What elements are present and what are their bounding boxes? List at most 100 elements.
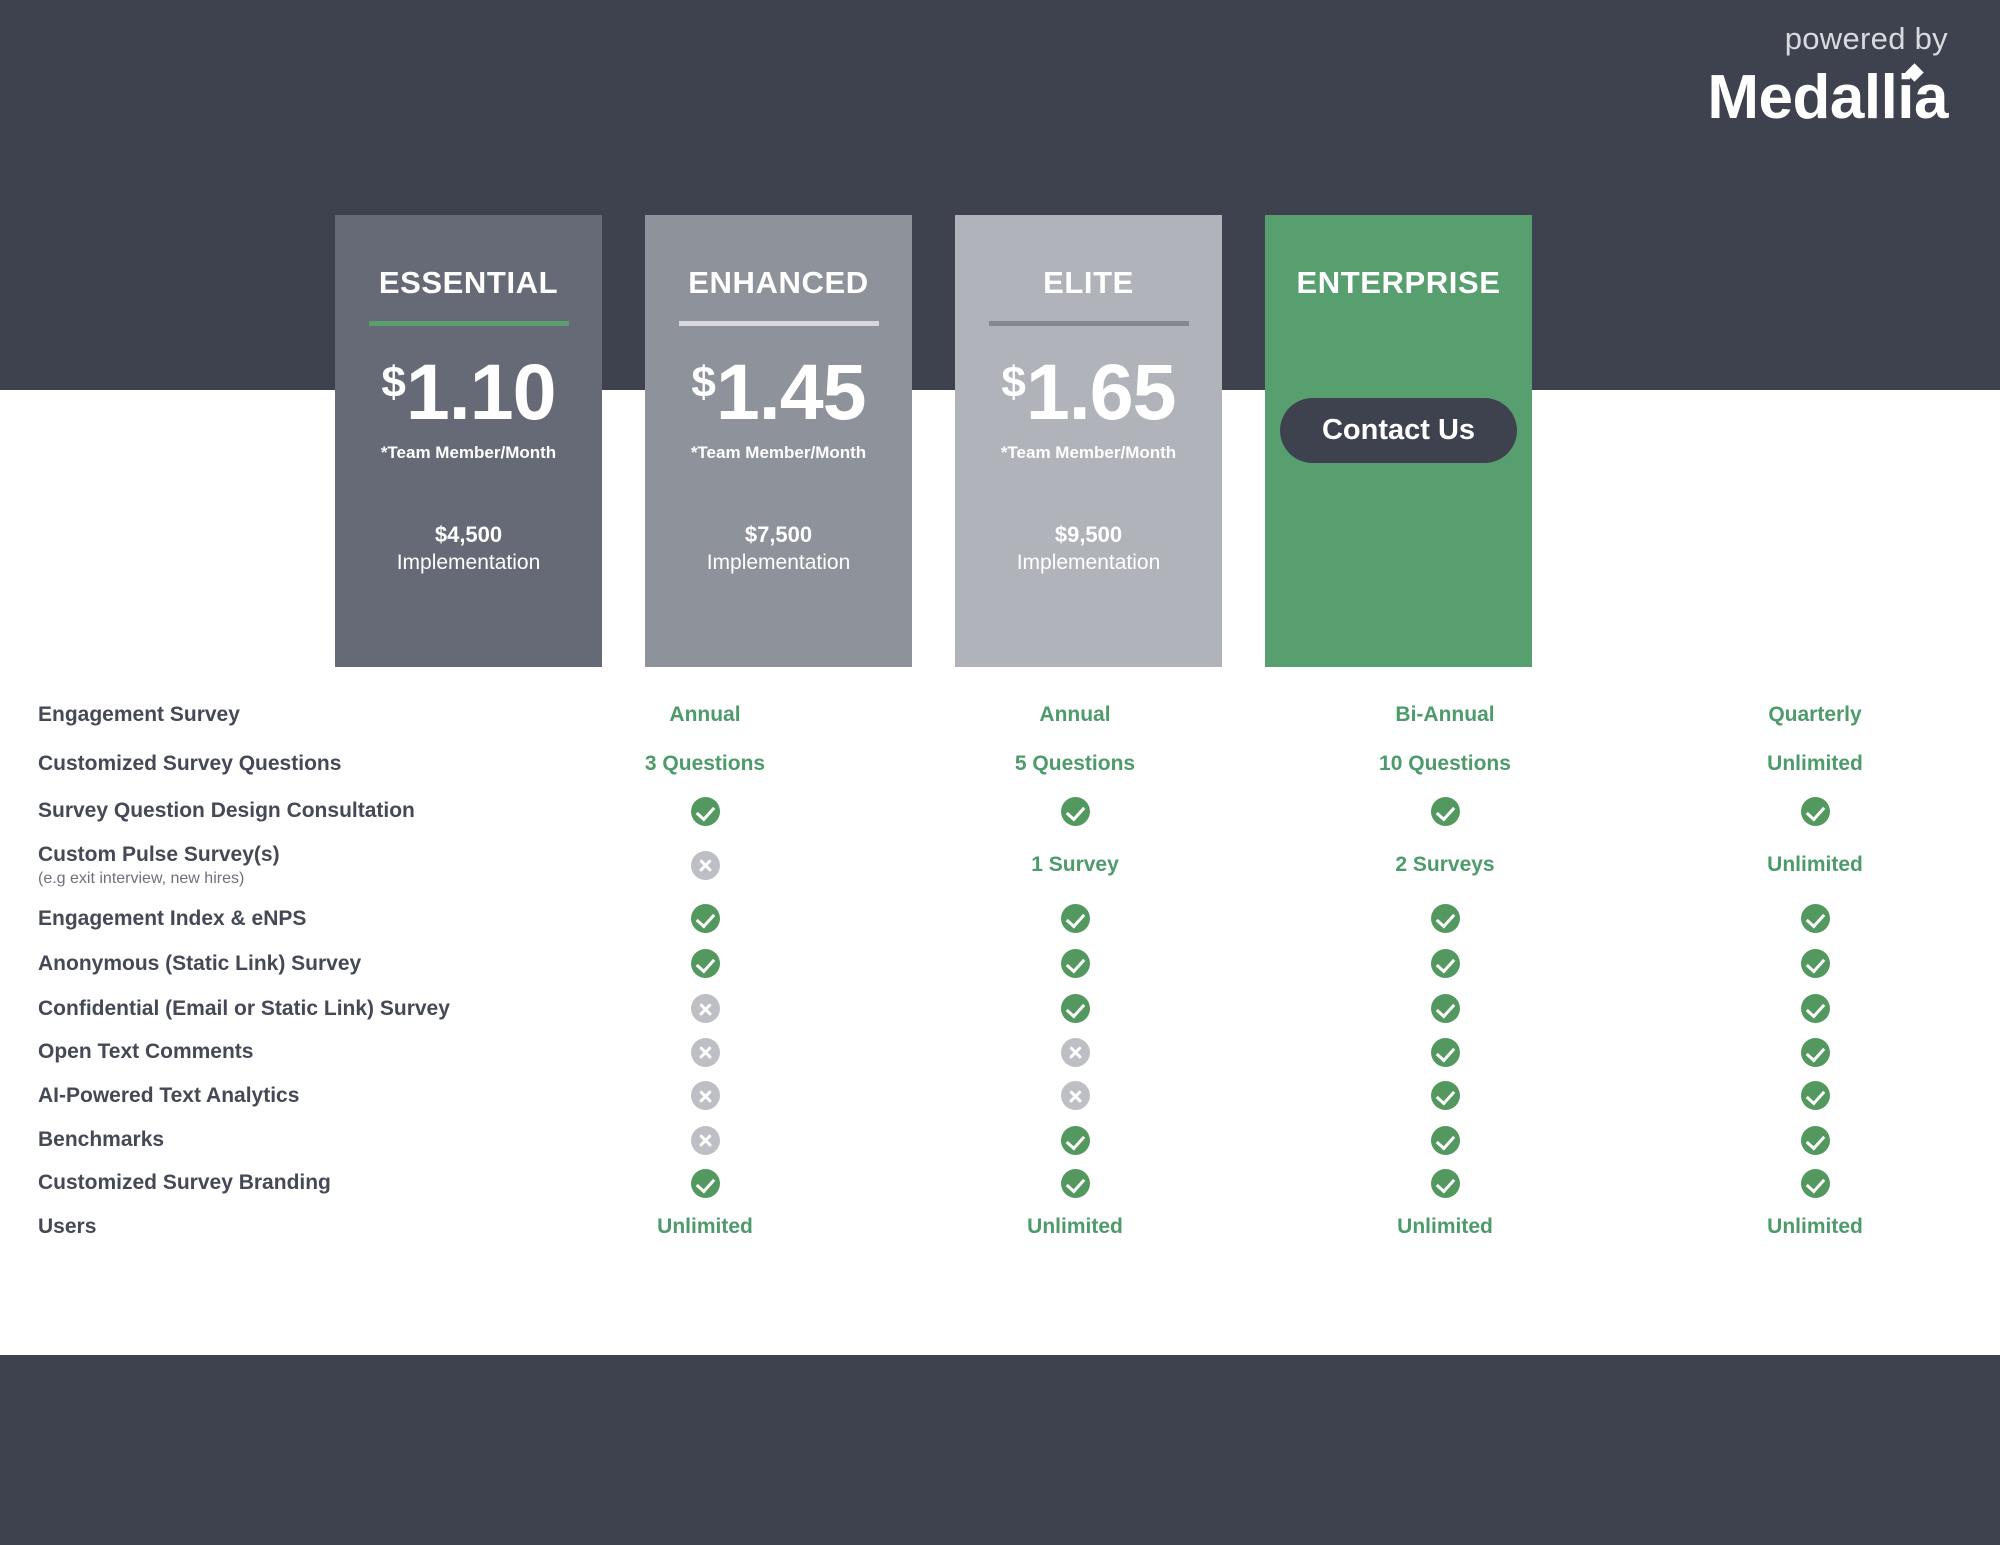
feature-label: Confidential (Email or Static Link) Surv… [0, 996, 520, 1021]
check-icon [1800, 904, 1830, 933]
pricing-card-row: ESSENTIAL $1.10 *Team Member/Month $4,500 Im… [0, 0, 2000, 667]
feature-row: Users Unlimited Unlimited Unlimited Unlimite… [0, 1204, 2000, 1250]
check-icon [1430, 796, 1460, 826]
feature-value-cell [520, 994, 890, 1023]
plan-title-rule [988, 321, 1189, 326]
check-icon [1430, 904, 1460, 933]
feature-value-cell [1630, 949, 2000, 978]
implementation-label: Implementation [706, 550, 851, 574]
check-icon [690, 1168, 720, 1198]
feature-label: Benchmarks [0, 1127, 520, 1152]
cross-icon [690, 850, 720, 880]
cross-icon [690, 1125, 720, 1155]
feature-label-text: Open Text Comments [38, 1040, 254, 1064]
feature-value-cell [520, 796, 890, 826]
feature-value-cell: 5 Questions [890, 752, 1260, 776]
feature-value-cell [890, 904, 1260, 933]
plan-price: $1.10 [381, 347, 557, 436]
feature-label: Anonymous (Static Link) Survey [0, 951, 520, 976]
feature-value-cell [1630, 994, 2000, 1023]
feature-value-cell [1260, 796, 1630, 826]
feature-value-text: Bi-Annual [1395, 703, 1495, 726]
feature-value-cell [890, 1168, 1260, 1198]
feature-value-text: 3 Questions [644, 752, 766, 775]
check-icon [690, 904, 720, 933]
feature-label-text: Confidential (Email or Static Link) Surv… [38, 996, 450, 1020]
feature-value-text: Unlimited [1767, 1215, 1863, 1238]
feature-value-cell [520, 904, 890, 933]
feature-value-cell: Unlimited [520, 1215, 890, 1239]
check-icon [690, 796, 720, 826]
feature-value-cell [890, 1125, 1260, 1155]
feature-row: Survey Question Design Consultation [0, 788, 2000, 834]
implementation-fee: $4,500 Implementation [397, 521, 541, 577]
price-amount: 1.10 [405, 347, 557, 436]
feature-value-cell [1260, 904, 1630, 933]
implementation-label: Implementation [1016, 550, 1161, 574]
check-icon [1060, 949, 1090, 978]
plan-title: ENHANCED [688, 265, 869, 300]
implementation-fee: $9,500 Implementation [1017, 521, 1161, 577]
check-icon [1800, 1125, 1830, 1155]
check-icon [1430, 1037, 1460, 1067]
feature-row: Benchmarks [0, 1118, 2000, 1162]
feature-value-cell [1630, 796, 2000, 826]
feature-value-cell [520, 1168, 890, 1198]
check-icon [1800, 1037, 1830, 1067]
feature-comparison-table: Engagement Survey Annual Annual Bi-Annual Qu… [0, 690, 2000, 1250]
plan-title: ESSENTIAL [378, 265, 559, 300]
feature-row: Custom Pulse Survey(s) (e.g exit intervie… [0, 834, 2000, 896]
pricing-card-essential: ESSENTIAL $1.10 *Team Member/Month $4,500 Im… [335, 215, 602, 667]
feature-label-text: Engagement Survey [38, 703, 240, 727]
implementation-fee: $7,500 Implementation [707, 521, 851, 577]
feature-sublabel: (e.g exit interview, new hires) [38, 870, 245, 887]
feature-label-text: AI-Powered Text Analytics [38, 1083, 300, 1107]
feature-label-text: Users [38, 1215, 97, 1239]
feature-value-text: Quarterly [1768, 703, 1862, 726]
check-icon [1800, 994, 1830, 1023]
feature-value-cell [1260, 994, 1630, 1023]
feature-value-text: 5 Questions [1014, 752, 1136, 775]
feature-value-cell [1630, 904, 2000, 933]
feature-value-cell [520, 850, 890, 880]
feature-value-cell [520, 1081, 890, 1110]
price-amount: 1.65 [1025, 347, 1177, 436]
feature-value-cell: Bi-Annual [1260, 703, 1630, 727]
plan-price: $1.65 [1001, 347, 1177, 436]
currency-symbol: $ [381, 358, 406, 407]
feature-row: Engagement Index & eNPS [0, 896, 2000, 941]
feature-value-text: 10 Questions [1379, 752, 1511, 775]
pricing-card-elite: ELITE $1.65 *Team Member/Month $9,500 Implem… [955, 215, 1222, 667]
feature-value-cell [520, 1125, 890, 1155]
feature-value-cell [890, 994, 1260, 1023]
feature-label-text: Anonymous (Static Link) Survey [38, 951, 362, 975]
cross-icon [690, 1037, 720, 1067]
feature-value-cell [890, 949, 1260, 978]
feature-value-cell [520, 1037, 890, 1067]
feature-value-cell: Unlimited [890, 1215, 1260, 1239]
feature-value-cell: Quarterly [1630, 703, 2000, 727]
footer-band [0, 1355, 2000, 1545]
feature-value-cell [1630, 1037, 2000, 1067]
feature-row: Engagement Survey Annual Annual Bi-Annual Qu… [0, 690, 2000, 740]
feature-value-cell: 1 Survey [890, 853, 1260, 877]
feature-label-text: Customized Survey Questions [38, 752, 342, 776]
feature-value-cell [890, 1037, 1260, 1067]
price-amount: 1.45 [715, 347, 867, 436]
check-icon [1430, 1168, 1460, 1198]
feature-row: Anonymous (Static Link) Survey [0, 941, 2000, 986]
pricing-card-enterprise: ENTERPRISE Contact Us [1265, 215, 1532, 667]
plan-title: ELITE [1043, 265, 1134, 300]
feature-value-text: Annual [1039, 703, 1111, 726]
currency-symbol: $ [691, 358, 716, 407]
feature-value-cell [1260, 1168, 1630, 1198]
contact-us-button[interactable]: Contact Us [1279, 398, 1518, 463]
implementation-amount: $7,500 [744, 522, 813, 547]
check-icon [1060, 1125, 1090, 1155]
cross-icon [1060, 1081, 1090, 1110]
feature-label: Customized Survey Questions [0, 751, 520, 776]
feature-row: AI-Powered Text Analytics [0, 1073, 2000, 1118]
feature-value-cell: 2 Surveys [1260, 853, 1630, 877]
feature-value-cell [890, 796, 1260, 826]
feature-value-text: Annual [669, 703, 741, 726]
